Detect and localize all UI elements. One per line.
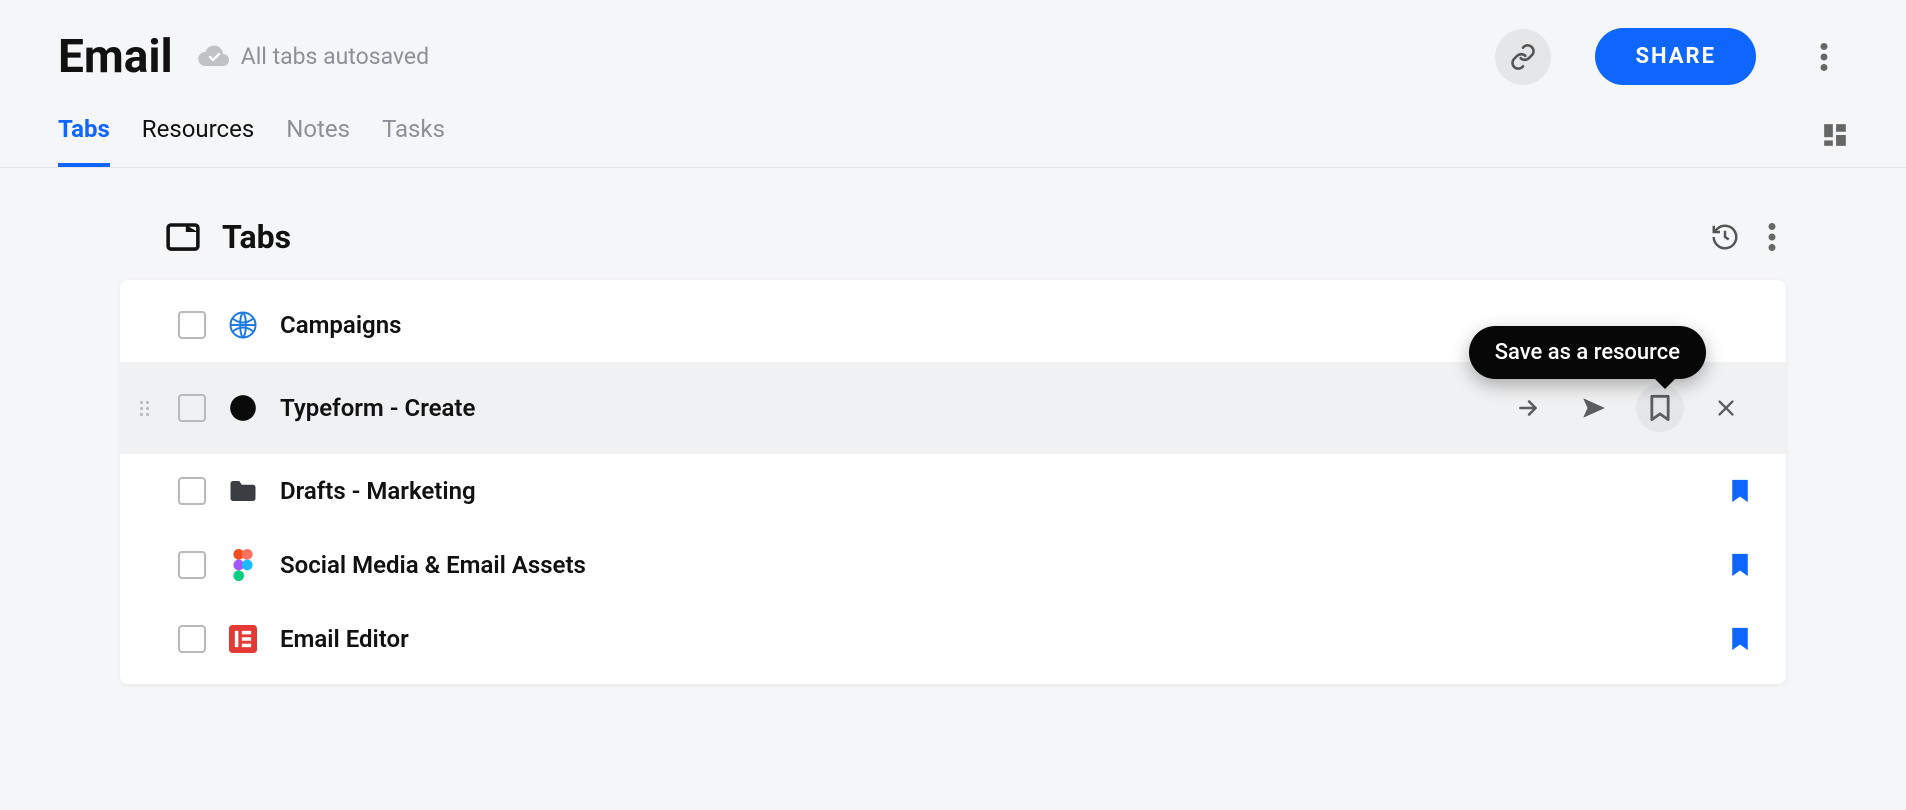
send-icon: [1580, 395, 1608, 421]
tab-outline-icon: [166, 222, 200, 252]
bookmark-filled-icon: [1730, 551, 1750, 579]
tooltip: Save as a resource: [1469, 326, 1706, 379]
tab-title: Drafts - Marketing: [280, 477, 476, 505]
page-title: Email: [58, 30, 173, 84]
save-resource-button[interactable]: Save as a resource: [1636, 384, 1684, 432]
bookmark-filled-icon: [1730, 625, 1750, 653]
tab-row[interactable]: Typeform - Create Save as: [120, 362, 1786, 454]
history-button[interactable]: [1710, 222, 1740, 252]
bookmarked-icon[interactable]: [1730, 625, 1750, 653]
section-more-button[interactable]: [1768, 223, 1776, 251]
open-button[interactable]: [1504, 384, 1552, 432]
bookmarked-icon[interactable]: [1730, 551, 1750, 579]
tab-row[interactable]: Social Media & Email Assets: [120, 528, 1786, 602]
drag-handle[interactable]: [140, 401, 156, 416]
link-button[interactable]: [1495, 29, 1551, 85]
link-icon: [1509, 43, 1537, 71]
nav-tab-resources[interactable]: Resources: [142, 115, 254, 167]
grid-view-button[interactable]: [1822, 122, 1848, 148]
tab-title: Social Media & Email Assets: [280, 551, 586, 579]
close-icon: [1715, 397, 1737, 419]
tab-title: Campaigns: [280, 311, 401, 339]
section-header: Tabs: [120, 218, 1786, 280]
autosave-indicator: All tabs autosaved: [197, 43, 429, 70]
autosave-text: All tabs autosaved: [241, 43, 429, 70]
header: Email All tabs autosaved SHARE: [0, 0, 1906, 85]
row-checkbox[interactable]: [178, 551, 206, 579]
history-icon: [1710, 222, 1740, 252]
share-button[interactable]: SHARE: [1595, 28, 1756, 85]
grid-icon: [1822, 122, 1848, 148]
close-tab-button[interactable]: [1702, 384, 1750, 432]
section-title: Tabs: [222, 218, 291, 256]
nav-tabs: Tabs Resources Notes Tasks: [0, 85, 1906, 168]
tabs-section: Tabs: [0, 168, 1906, 684]
header-more-button[interactable]: [1800, 33, 1848, 81]
row-checkbox[interactable]: [178, 311, 206, 339]
nav-tab-notes[interactable]: Notes: [286, 115, 350, 167]
tab-row[interactable]: Email Editor: [120, 602, 1786, 676]
arrow-right-icon: [1515, 395, 1541, 421]
typeform-icon: [228, 393, 258, 423]
more-vertical-icon: [1820, 43, 1828, 71]
more-vertical-icon: [1768, 223, 1776, 251]
nav-tab-tabs[interactable]: Tabs: [58, 115, 110, 167]
tab-title: Email Editor: [280, 625, 409, 653]
nav-tab-tasks[interactable]: Tasks: [382, 115, 445, 167]
openai-icon: [228, 310, 258, 340]
bookmark-filled-icon: [1730, 477, 1750, 505]
tabs-card: Campaigns Typeform - Create: [120, 280, 1786, 684]
send-button[interactable]: [1570, 384, 1618, 432]
bookmark-outline-icon: [1649, 394, 1671, 422]
cloud-check-icon: [197, 44, 231, 70]
folder-icon: [228, 476, 258, 506]
tab-title: Typeform - Create: [280, 394, 475, 422]
elementor-icon: [228, 624, 258, 654]
row-checkbox[interactable]: [178, 394, 206, 422]
tab-row[interactable]: Drafts - Marketing: [120, 454, 1786, 528]
row-actions: Save as a resource: [1504, 384, 1750, 432]
figma-icon: [228, 550, 258, 580]
row-checkbox[interactable]: [178, 477, 206, 505]
bookmarked-icon[interactable]: [1730, 477, 1750, 505]
row-checkbox[interactable]: [178, 625, 206, 653]
